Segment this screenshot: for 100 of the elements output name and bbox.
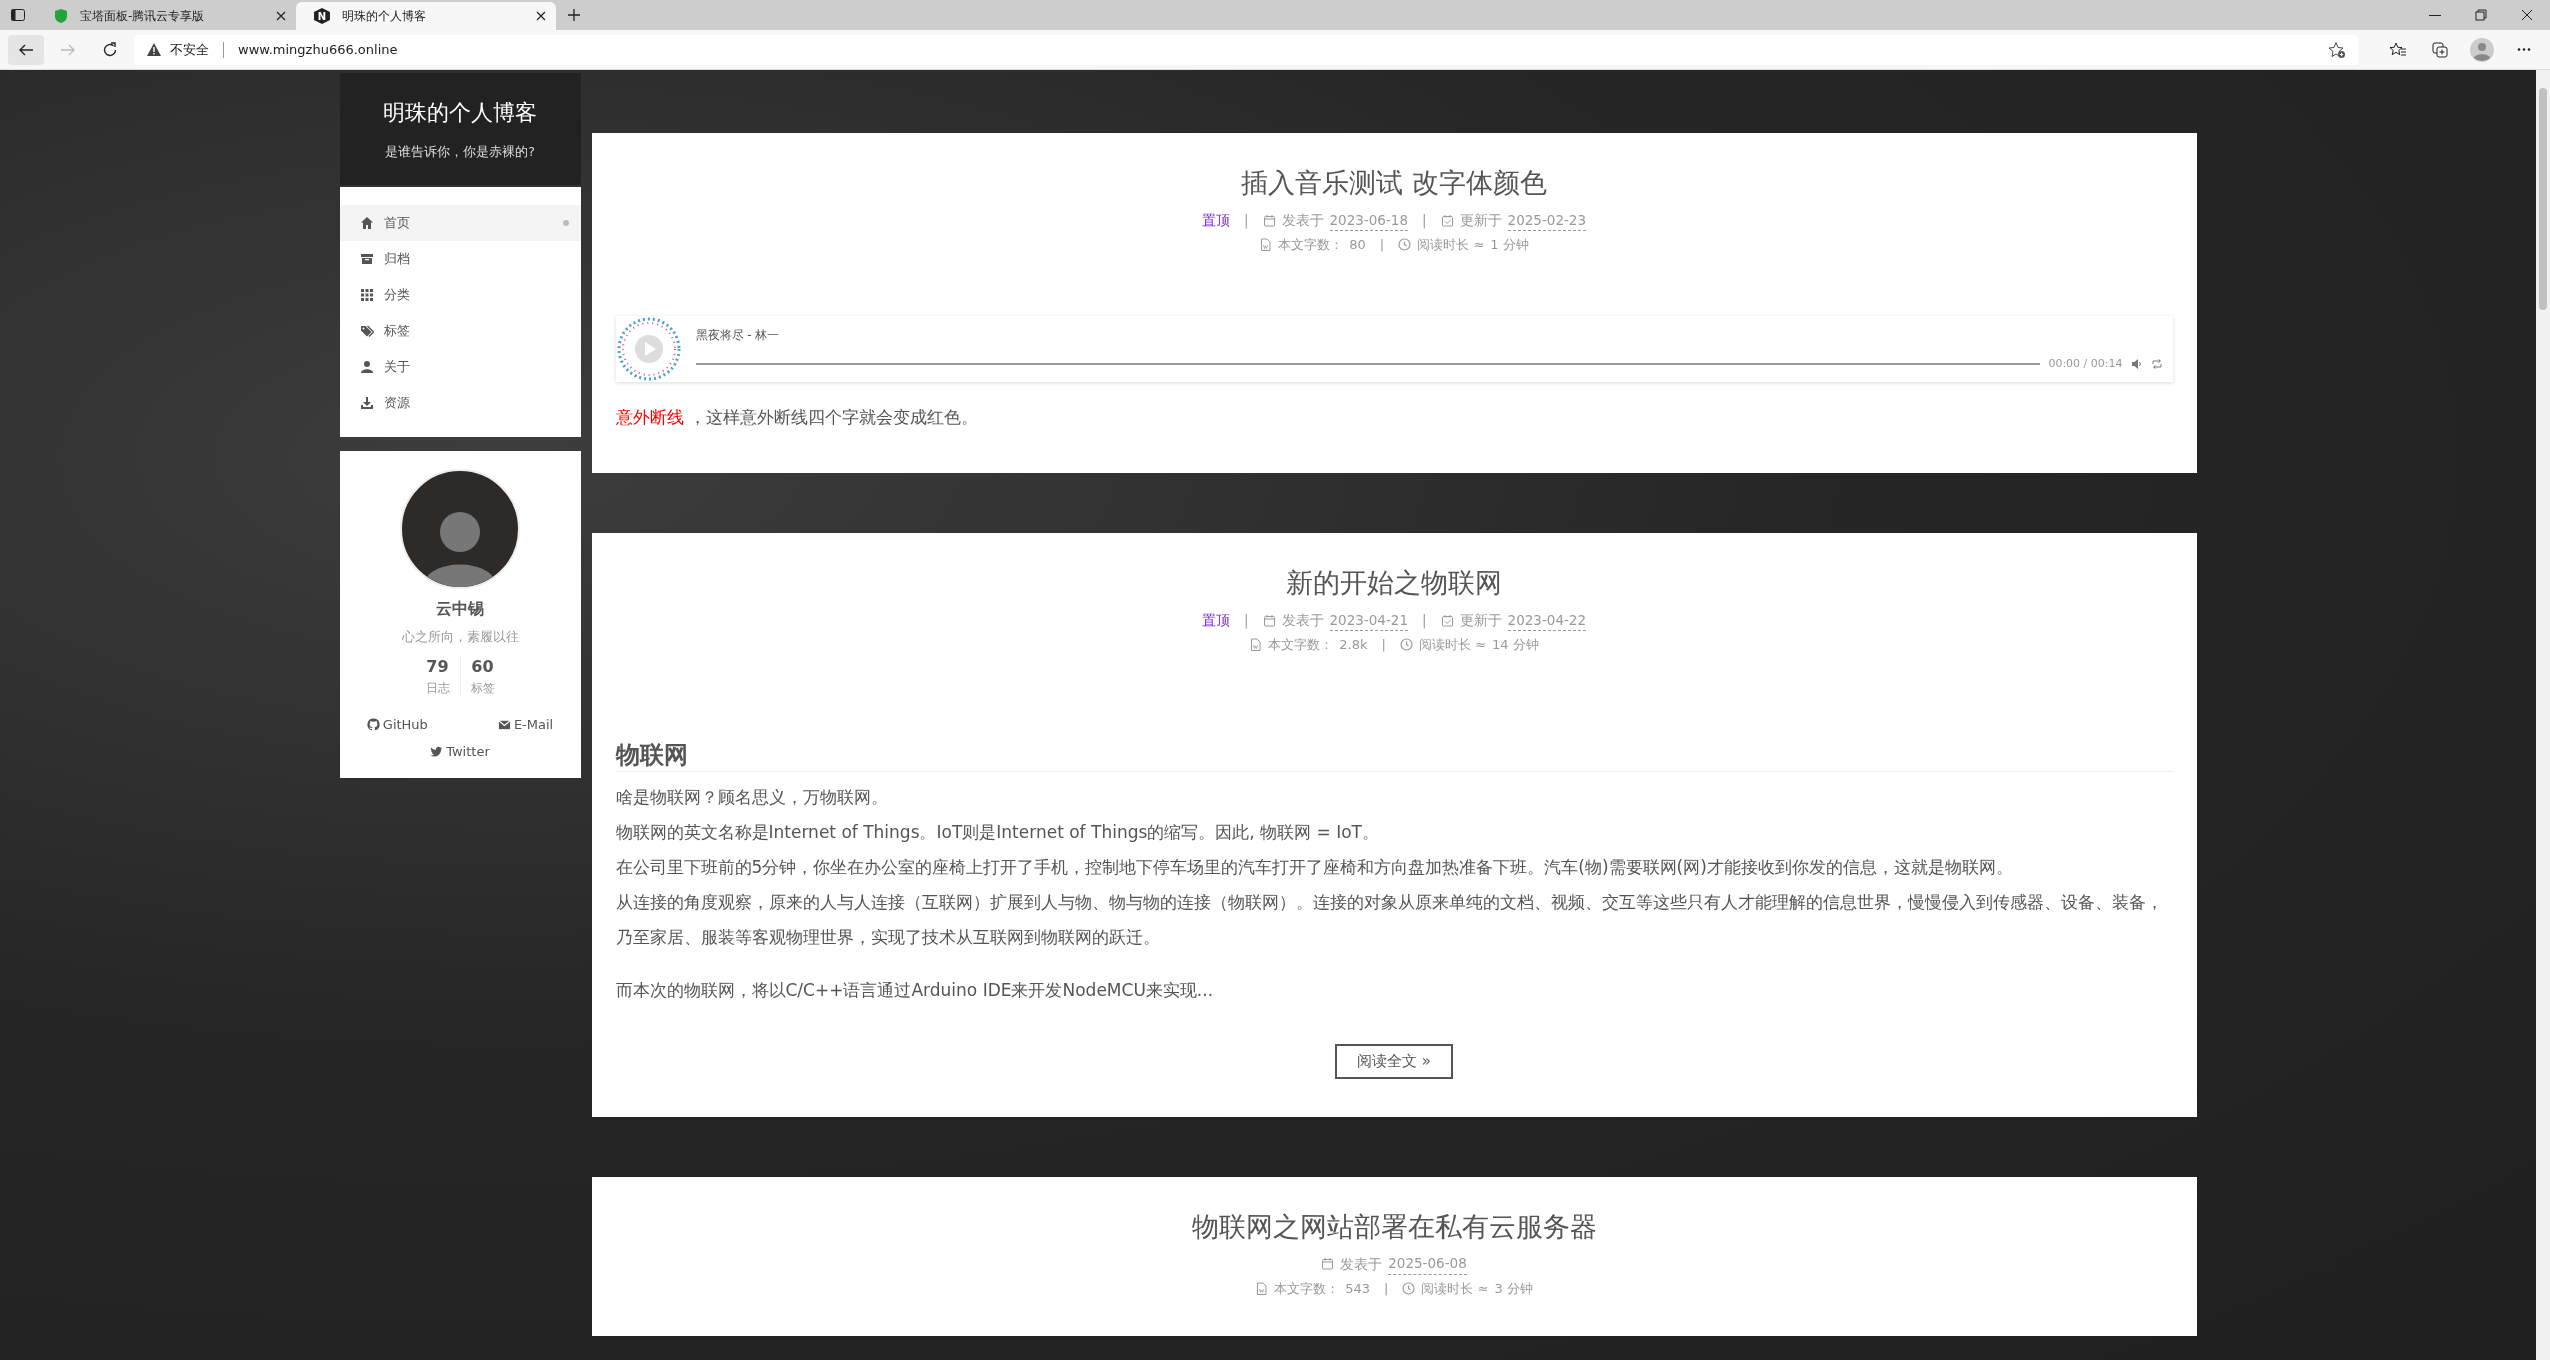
security-label: 不安全 — [170, 40, 209, 59]
star-plus-icon[interactable] — [2328, 40, 2346, 59]
reading-time: 1 分钟 — [1490, 235, 1529, 254]
document-icon — [1259, 238, 1273, 251]
calendar-check-icon — [1440, 613, 1454, 627]
pinned-label: 置顶 — [1201, 611, 1230, 631]
loop-icon[interactable] — [2150, 358, 2163, 371]
site-title[interactable]: 明珠的个人博客 — [383, 96, 537, 130]
profile-link[interactable]: Twitter — [430, 742, 490, 762]
menu-item[interactable]: 分类 — [339, 277, 581, 313]
meta-label: 发表于 — [1281, 611, 1324, 631]
album-cover-drawing[interactable] — [615, 316, 682, 383]
restore-icon — [2473, 7, 2489, 23]
post-date: 2023-06-18 — [1329, 209, 1408, 231]
paragraph: 而本次的物联网，将以C/C++语言通过Arduino IDE来开发NodeMCU来实现... — [615, 979, 1215, 1003]
browser-tab[interactable]: 宝塔面板-腾讯云专享版 — [36, 2, 296, 30]
grid-icon — [359, 288, 374, 302]
post-date: 2023-04-21 — [1329, 609, 1408, 631]
meta-label: 阅读时长 ≈ — [1418, 636, 1486, 654]
clock-icon — [1399, 638, 1413, 652]
tab-title: 明珠的个人博客 — [342, 8, 427, 25]
reload-icon — [101, 40, 119, 59]
post-date: 2025-02-23 — [1507, 209, 1587, 231]
menu-item[interactable]: 标签 — [339, 313, 581, 349]
warning-icon — [146, 42, 162, 57]
menu-item[interactable]: 首页 — [339, 205, 581, 241]
word-count: 2.8k — [1339, 636, 1368, 654]
meta-label: 更新于 — [1459, 611, 1502, 631]
tab-actions-icon[interactable] — [10, 7, 26, 23]
meta-label: 更新于 — [1459, 211, 1502, 230]
url-text: www.mingzhu666.online — [238, 40, 399, 59]
stat-label: 标签 — [470, 679, 495, 697]
close-icon — [2519, 7, 2535, 23]
profile-link[interactable]: GitHub — [366, 714, 428, 734]
pinned-label: 置顶 — [1201, 211, 1230, 230]
calendar-icon — [1321, 1257, 1335, 1271]
meta-label: 本文字数： — [1274, 1279, 1340, 1298]
archive-box-icon — [359, 252, 374, 266]
meta-label: 发表于 — [1281, 211, 1324, 230]
active-dot — [562, 220, 569, 226]
document-icon — [1255, 1281, 1269, 1295]
meta-label: 阅读时长 ≈ — [1417, 235, 1485, 254]
menu-item[interactable]: 资源 — [339, 385, 581, 421]
stat-count: 79 — [426, 655, 449, 678]
meta-label: 本文字数： — [1268, 636, 1334, 654]
author-name: 云中锡 — [436, 598, 484, 620]
meta-separator: | — [1422, 611, 1427, 631]
meta-separator: | — [1243, 611, 1249, 631]
reading-time: 14 分钟 — [1491, 636, 1539, 654]
user-icon — [359, 360, 374, 374]
post-title[interactable]: 插入音乐测试 改字体颜色 — [615, 163, 2173, 204]
song-title: 黑夜将尽 - 林一 — [695, 327, 781, 344]
reading-time: 3 分钟 — [1494, 1279, 1533, 1298]
tags-icon — [359, 324, 374, 338]
stat-count: 60 — [471, 655, 494, 678]
read-more-button[interactable]: 阅读全文 » — [1335, 1044, 1453, 1079]
meta-separator: | — [1379, 235, 1385, 254]
close-icon[interactable] — [276, 11, 286, 21]
post-title[interactable]: 物联网之网站部署在私有云服务器 — [615, 1206, 2173, 1248]
stat-label: 日志 — [425, 679, 450, 697]
meta-separator: | — [1422, 211, 1427, 231]
home-icon — [359, 216, 374, 230]
meta-separator: | — [1384, 1279, 1389, 1298]
envelope-icon — [497, 717, 511, 731]
address-bar[interactable]: 不安全 www.mingzhu666.online — [134, 34, 2358, 65]
word-count: 80 — [1349, 235, 1366, 254]
scrollbar-thumb[interactable] — [2539, 88, 2547, 310]
post-title[interactable]: 新的开始之物联网 — [615, 563, 2173, 604]
calendar-icon — [1262, 213, 1276, 227]
browser-tab[interactable]: N 明珠的个人博客 — [296, 2, 556, 30]
volume-icon[interactable] — [2130, 358, 2143, 371]
play-time: 00:00 / 00:14 — [2048, 356, 2123, 372]
menu-item[interactable]: 关于 — [339, 349, 581, 385]
collections-icon — [2431, 40, 2449, 59]
stat-link[interactable]: 79 日志 — [415, 654, 460, 697]
author-motto: 心之所向，素履以往 — [401, 628, 519, 646]
meta-label: 本文字数： — [1278, 235, 1344, 254]
paragraph: 物联网的英文名称是Internet of Things。IoT则是Internet of Things的缩写。因此, 物联网 = IoT。 — [615, 821, 1380, 845]
meta-separator: | — [1243, 211, 1249, 231]
bird-icon — [430, 745, 444, 759]
post-date: 2025-06-08 — [1388, 1253, 1467, 1275]
calendar-icon — [1262, 613, 1276, 627]
back-button[interactable] — [8, 34, 44, 65]
stat-link[interactable]: 60 标签 — [459, 654, 505, 697]
close-icon[interactable] — [536, 11, 546, 21]
star-list-icon — [2389, 40, 2407, 59]
more-dots-icon — [2517, 48, 2531, 51]
word-count: 543 — [1345, 1279, 1370, 1298]
document-icon — [1249, 638, 1263, 652]
meta-label: 阅读时长 ≈ — [1421, 1279, 1489, 1298]
meta-label: 发表于 — [1340, 1254, 1383, 1274]
clock-icon — [1398, 238, 1412, 251]
scrollbar-track[interactable] — [2536, 70, 2550, 1360]
progress-track[interactable] — [695, 363, 2041, 366]
github-icon — [366, 717, 380, 731]
menu-item[interactable]: 归档 — [339, 241, 581, 277]
tab-title: 宝塔面板-腾讯云专享版 — [80, 8, 206, 25]
shield-icon — [54, 8, 68, 24]
paragraph: 在公司里下班前的5分钟，你坐在办公室的座椅上打开了手机，控制地下停车场里的汽车打开了座椅和方向盘加热准备下班。汽车(物)需要联网(网)才能接收到你发的信息，这就是物联网。 — [615, 856, 2014, 880]
profile-link[interactable]: E-Mail — [497, 714, 554, 734]
